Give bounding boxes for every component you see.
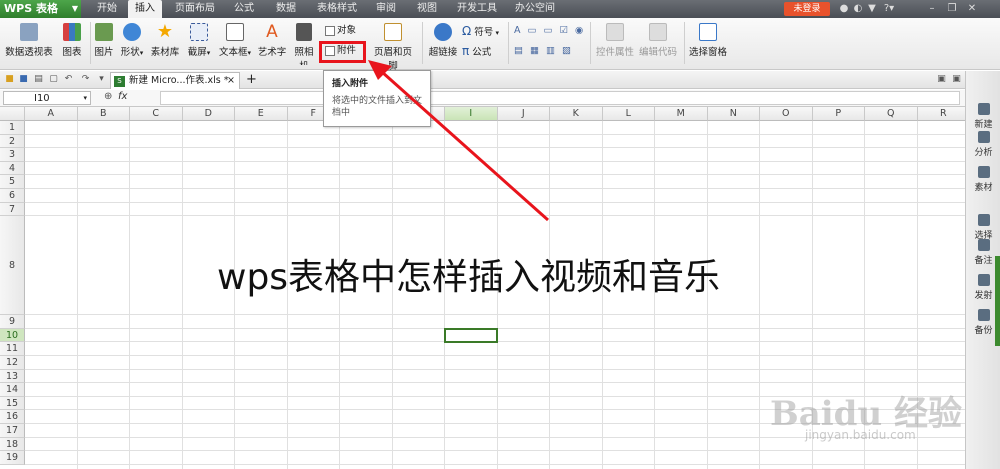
annotation-arrow	[368, 60, 549, 222]
arrow-line	[381, 70, 549, 222]
